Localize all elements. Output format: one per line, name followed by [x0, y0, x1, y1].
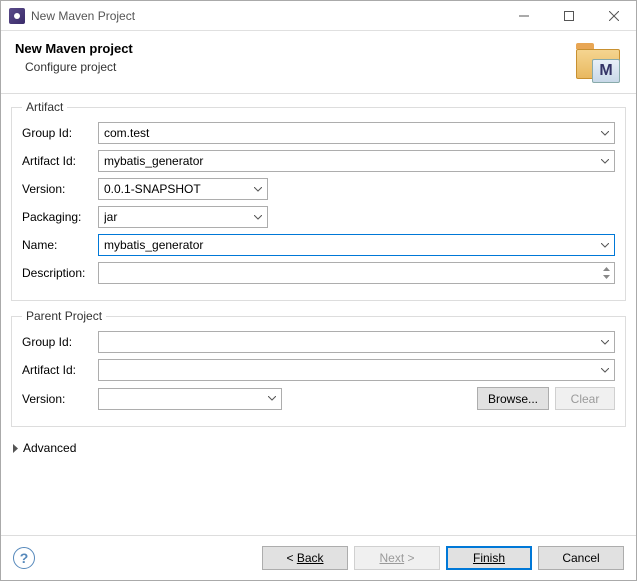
- version-combo[interactable]: [98, 178, 268, 200]
- group-id-input[interactable]: [98, 122, 615, 144]
- close-button[interactable]: [591, 1, 636, 30]
- wizard-footer: ? < Back Next > Finish Cancel: [1, 535, 636, 580]
- maven-wizard-icon: M: [574, 41, 622, 85]
- finish-button[interactable]: Finish: [446, 546, 532, 570]
- title-bar: New Maven Project: [1, 1, 636, 31]
- parent-version-combo[interactable]: [98, 388, 282, 410]
- back-button[interactable]: < Back: [262, 546, 348, 570]
- parent-group-id-label: Group Id:: [22, 335, 92, 349]
- maximize-button[interactable]: [546, 1, 591, 30]
- artifact-id-input[interactable]: [98, 150, 615, 172]
- description-label: Description:: [22, 266, 92, 280]
- version-label: Version:: [22, 182, 92, 196]
- packaging-combo[interactable]: [98, 206, 268, 228]
- parent-version-input[interactable]: [98, 388, 282, 410]
- parent-artifact-id-label: Artifact Id:: [22, 363, 92, 377]
- browse-button[interactable]: Browse...: [477, 387, 549, 410]
- packaging-input[interactable]: [98, 206, 268, 228]
- spinner-icon[interactable]: [599, 264, 613, 282]
- artifact-legend: Artifact: [22, 100, 67, 114]
- parent-version-label: Version:: [22, 392, 92, 406]
- help-icon[interactable]: ?: [13, 547, 35, 569]
- wizard-header: New Maven project Configure project M: [1, 31, 636, 94]
- name-label: Name:: [22, 238, 92, 252]
- artifact-id-combo[interactable]: [98, 150, 615, 172]
- advanced-label: Advanced: [23, 441, 76, 455]
- window-title: New Maven Project: [31, 9, 501, 23]
- parent-project-group: Parent Project Group Id: Artifact Id: Ve…: [11, 309, 626, 427]
- chevron-right-icon: [13, 444, 19, 453]
- group-id-label: Group Id:: [22, 126, 92, 140]
- name-input[interactable]: [98, 234, 615, 256]
- advanced-toggle[interactable]: Advanced: [11, 435, 626, 461]
- next-button[interactable]: Next >: [354, 546, 440, 570]
- clear-button[interactable]: Clear: [555, 387, 615, 410]
- content-area: Artifact Group Id: Artifact Id: Version:: [1, 94, 636, 535]
- parent-group-id-input[interactable]: [98, 331, 615, 353]
- page-title: New Maven project: [15, 41, 564, 56]
- parent-group-id-combo[interactable]: [98, 331, 615, 353]
- parent-artifact-id-combo[interactable]: [98, 359, 615, 381]
- artifact-group: Artifact Group Id: Artifact Id: Version:: [11, 100, 626, 301]
- parent-legend: Parent Project: [22, 309, 106, 323]
- artifact-id-label: Artifact Id:: [22, 154, 92, 168]
- page-subtitle: Configure project: [15, 60, 564, 74]
- group-id-combo[interactable]: [98, 122, 615, 144]
- minimize-button[interactable]: [501, 1, 546, 30]
- version-input[interactable]: [98, 178, 268, 200]
- description-field[interactable]: [98, 262, 615, 284]
- name-combo[interactable]: [98, 234, 615, 256]
- eclipse-icon: [9, 8, 25, 24]
- parent-artifact-id-input[interactable]: [98, 359, 615, 381]
- packaging-label: Packaging:: [22, 210, 92, 224]
- cancel-button[interactable]: Cancel: [538, 546, 624, 570]
- description-input[interactable]: [98, 262, 615, 284]
